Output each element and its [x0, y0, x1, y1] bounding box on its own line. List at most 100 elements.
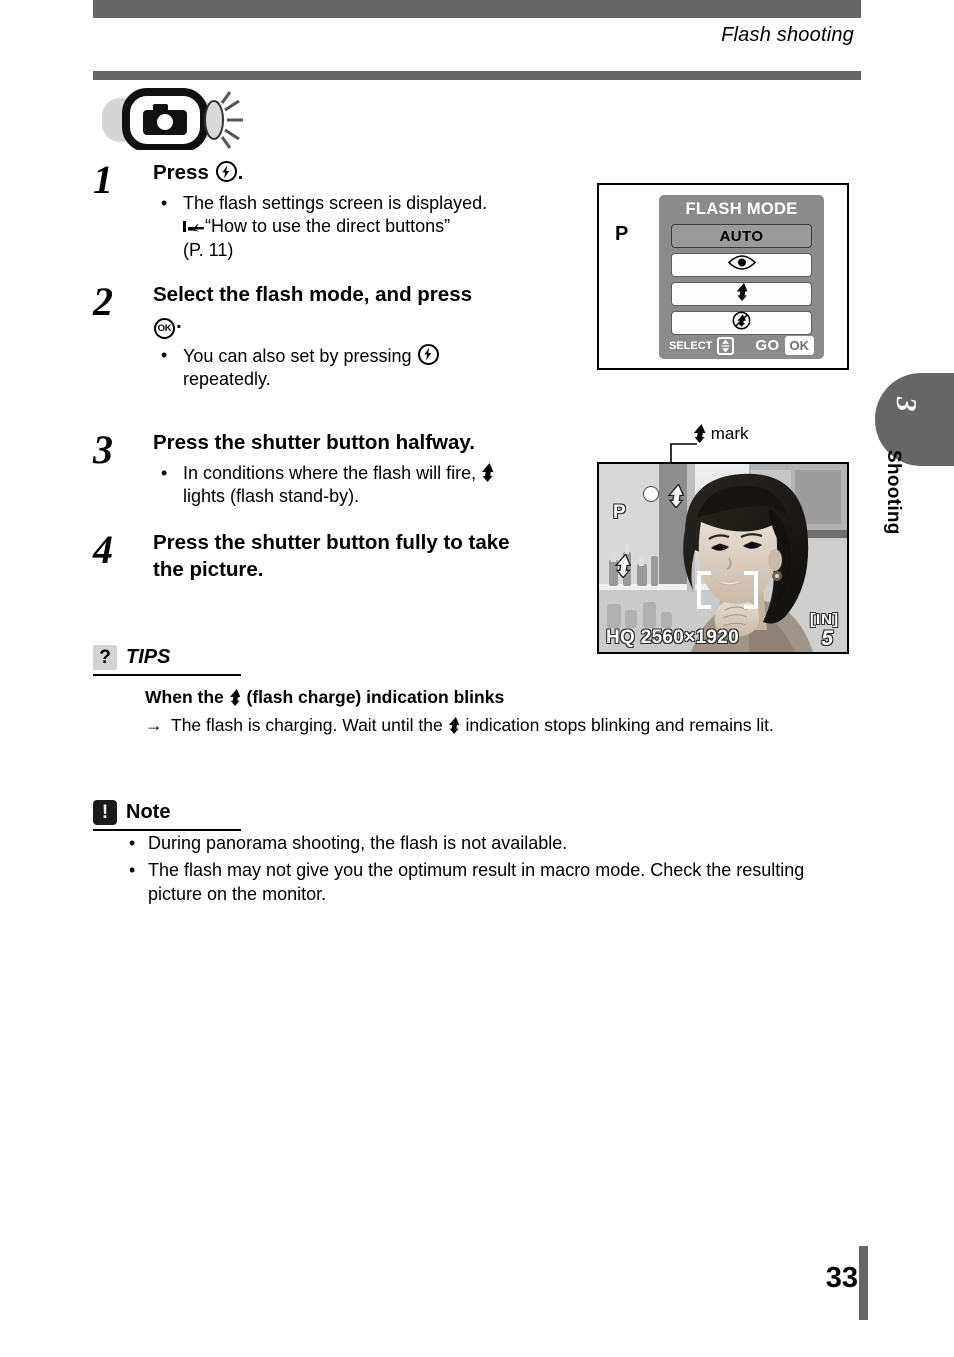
- pointing-hand-icon: [183, 217, 205, 233]
- bullet-text: In conditions where the flash will fire,: [183, 462, 477, 483]
- flash-mode-footer: SELECT GO OK: [659, 336, 824, 355]
- bullet-text-2: repeatedly.: [183, 369, 271, 390]
- flash-mode-header: FLASH MODE: [685, 200, 798, 218]
- chapter-number: 3: [890, 397, 922, 412]
- tips-body-text-2: indication stops blinking and remains li…: [465, 715, 774, 735]
- bullet-dot: •: [161, 462, 168, 483]
- step-title: Press the shutter button halfway.: [153, 431, 475, 454]
- header-rule-bar: [93, 71, 861, 80]
- page-number: 33: [825, 1262, 858, 1294]
- flash-mode-option-auto[interactable]: AUTO: [671, 224, 812, 248]
- flash-button-icon: [417, 343, 439, 365]
- step-title: Press .: [153, 160, 563, 187]
- flash-mode-option-fill-in[interactable]: [671, 282, 812, 306]
- memory-indicator: [IN]: [810, 611, 839, 628]
- step-title-period: .: [176, 309, 182, 333]
- bullet-dot: •: [161, 344, 168, 365]
- preview-mode-indicator: P: [613, 502, 626, 523]
- step-4: 4 Press the shutter button fully to take…: [93, 530, 563, 583]
- flash-bolt-icon: [448, 717, 461, 736]
- up-down-arrow-key-icon[interactable]: [717, 336, 735, 355]
- mode-indicator-p: P: [615, 223, 629, 245]
- tips-body-text-1: The flash is charging. Wait until the: [171, 715, 443, 735]
- step-number: 2: [93, 279, 113, 324]
- flash-button-icon: [215, 161, 237, 182]
- white-dot-icon: [643, 486, 659, 502]
- note-item-text: During panorama shooting, the flash is n…: [148, 833, 568, 853]
- tips-section: ? TIPS When the (flash charge) indicatio…: [93, 645, 863, 737]
- af-target-bracket-icon: [695, 570, 760, 610]
- red-eye-icon: [727, 255, 757, 275]
- arrow-right-icon: →: [145, 715, 163, 735]
- select-label: SELECT: [668, 339, 713, 352]
- step-number: 4: [93, 527, 113, 572]
- ok-key-icon[interactable]: OK: [784, 336, 815, 355]
- step-number: 1: [93, 157, 113, 202]
- exclamation-mark-icon: !: [93, 800, 117, 825]
- list-item: • The flash settings screen is displayed…: [153, 192, 563, 263]
- tips-rule: [93, 674, 241, 676]
- step-title-period: .: [237, 161, 244, 184]
- note-title: Note: [126, 801, 171, 823]
- flash-mode-option-off[interactable]: [671, 311, 812, 335]
- ok-button-icon: OK: [154, 317, 175, 339]
- bullet-text: You can also set by pressing: [183, 345, 412, 366]
- step-title-text: Press: [153, 161, 209, 184]
- tips-subtitle: When the (flash charge) indication blink…: [145, 687, 863, 708]
- flash-mode-panel: FLASH MODE AUTO SELECT GO OK: [659, 195, 824, 359]
- tips-title: TIPS: [126, 646, 171, 668]
- step-2: 2 Select the flash mode, and press OK. •…: [93, 282, 563, 430]
- manual-page: Flash shooting 1 Press . • The flash set…: [0, 0, 954, 1357]
- fill-in-flash-icon: [735, 282, 749, 306]
- footer-bar: [859, 1246, 868, 1320]
- flash-bolt-icon: [229, 689, 242, 708]
- flash-mode-option-red-eye[interactable]: [671, 253, 812, 277]
- flash-stand-by-icon: [667, 483, 685, 509]
- step-bullets: • In conditions where the flash will fir…: [153, 462, 563, 510]
- note-list: • During panorama shooting, the flash is…: [126, 831, 863, 906]
- tips-subtitle-before: When the: [145, 687, 224, 707]
- question-mark-icon: ?: [93, 645, 117, 670]
- flash-off-icon: [732, 311, 751, 335]
- flash-mode-option-label: AUTO: [719, 227, 764, 245]
- step-3: 3 Press the shutter button halfway. • In…: [93, 430, 563, 530]
- flash-bolt-icon: [693, 424, 706, 443]
- flash-mark-callout: mark: [693, 424, 749, 444]
- flash-mode-indicator-icon: [614, 553, 632, 579]
- bullet-dot: •: [129, 860, 136, 881]
- list-item: • The flash may not give you the optimum…: [126, 858, 848, 906]
- step-bullets: • The flash settings screen is displayed…: [153, 192, 563, 263]
- flash-mode-screen-figure: P FLASH MODE AUTO SELECT GO OK: [597, 183, 849, 370]
- bullet-dot: •: [161, 192, 168, 213]
- flash-bolt-icon: [481, 462, 494, 482]
- bullet-text-2: lights (flash stand-by).: [183, 486, 360, 507]
- step-title: Press the shutter button fully to take t…: [153, 531, 510, 581]
- steps-list: 1 Press . • The flash settings screen is…: [93, 160, 563, 583]
- page-title: Flash shooting: [721, 24, 854, 46]
- list-item: • In conditions where the flash will fir…: [153, 462, 563, 510]
- note-section: ! Note • During panorama shooting, the f…: [93, 800, 863, 909]
- list-item: • You can also set by pressing repeatedl…: [153, 343, 563, 393]
- step-1: 1 Press . • The flash settings screen is…: [93, 160, 563, 282]
- tips-arrow-line: → The flash is charging. Wait until the …: [145, 714, 863, 737]
- list-item: • During panorama shooting, the flash is…: [126, 831, 863, 855]
- go-label: GO: [755, 337, 780, 354]
- bullet-dot: •: [129, 833, 136, 853]
- tips-subtitle-after: (flash charge) indication blinks: [246, 687, 505, 707]
- tips-body: When the (flash charge) indication blink…: [93, 687, 863, 737]
- step-title-text: Select the flash mode, and press: [153, 283, 472, 306]
- bullet-text: The flash settings screen is displayed.: [183, 192, 488, 213]
- chapter-label: Shooting: [883, 450, 904, 535]
- step-title: Select the flash mode, and press OK.: [153, 282, 563, 339]
- note-heading: ! Note: [93, 800, 863, 825]
- note-item-text: The flash may not give you the optimum r…: [148, 860, 805, 905]
- bullet-text-2: “How to use the direct buttons”: [205, 216, 451, 237]
- step-bullets: • You can also set by pressing repeatedl…: [153, 343, 563, 393]
- preview-screen-figure: P HQ 2560×1920 [IN] 5: [597, 462, 849, 654]
- header-top-bar: [93, 0, 861, 18]
- flash-mark-label: mark: [710, 424, 749, 443]
- bullet-text-3: (P. 11): [183, 240, 234, 261]
- tips-heading: ? TIPS: [93, 645, 863, 670]
- camera-flash-mode-icon: [96, 88, 256, 152]
- step-number: 3: [93, 427, 113, 472]
